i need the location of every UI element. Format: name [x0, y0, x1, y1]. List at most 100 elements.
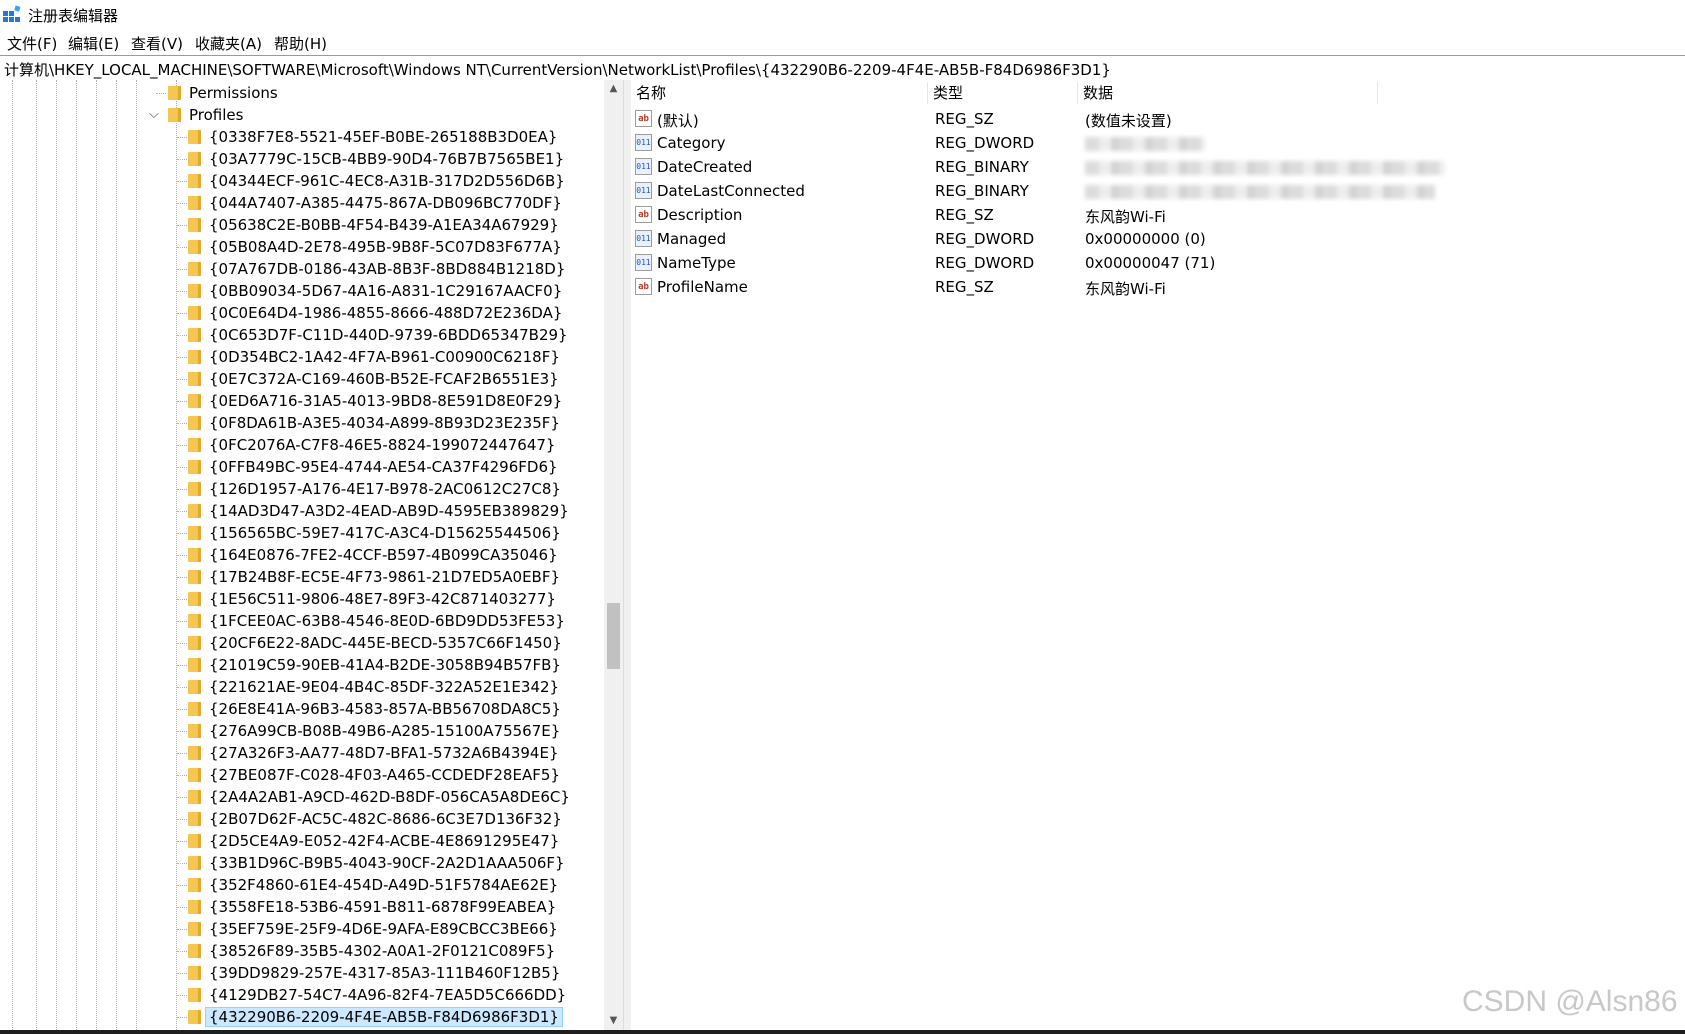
tree-item-profile-key[interactable]: {0D354BC2-1A42-4F7A-B961-C00900C6218F} [0, 346, 600, 368]
tree-item-profile-key[interactable]: {0FC2076A-C7F8-46E5-8824-199072447647} [0, 434, 600, 456]
folder-icon [188, 900, 201, 914]
tree-item-profile-key[interactable]: {0BB09034-5D67-4A16-A831-1C29167AACF0} [0, 280, 600, 302]
tree-item-profile-key[interactable]: {3558FE18-53B6-4591-B811-6878F99EABEA} [0, 896, 600, 918]
tree-branch-line [177, 401, 187, 402]
tree-item-profile-key[interactable]: {044A7407-A385-4475-867A-DB096BC770DF} [0, 192, 600, 214]
tree-item-profile-key[interactable]: {2A4A2AB1-A9CD-462D-B8DF-056CA5A8DE6C} [0, 786, 600, 808]
tree-item-profile-key[interactable]: {0F8DA61B-A3E5-4034-A899-8B93D23E235F} [0, 412, 600, 434]
folder-icon [188, 504, 201, 518]
value-row[interactable]: 011 Managed REG_DWORD 0x00000000 (0) [631, 227, 1685, 251]
folder-icon [188, 130, 201, 144]
tree-item-profile-key[interactable]: {276A99CB-B08B-49B6-A285-15100A75567E} [0, 720, 600, 742]
tree-item-profile-key[interactable]: {33B1D96C-B9B5-4043-90CF-2A2D1AAA506F} [0, 852, 600, 874]
string-value-icon: ab [635, 278, 652, 295]
value-row[interactable]: 011 Category REG_DWORD [631, 131, 1685, 155]
menu-help[interactable]: 帮助(H) [274, 33, 327, 54]
tree-item-profile-key[interactable]: {39DD9829-257E-4317-85A3-111B460F12B5} [0, 962, 600, 984]
tree-item-profile-key[interactable]: {432290B6-2209-4F4E-AB5B-F84D6986F3D1} [0, 1006, 600, 1028]
watermark: CSDN @Alsn86 [1462, 985, 1678, 1018]
folder-icon [188, 548, 201, 562]
folder-icon [188, 218, 201, 232]
tree-item-permissions[interactable]: Permissions [0, 82, 600, 104]
chevron-down-icon[interactable]: ⌵ [149, 107, 159, 122]
tree-item-profile-key[interactable]: {352F4860-61E4-454D-A49D-51F5784AE62E} [0, 874, 600, 896]
menu-view[interactable]: 查看(V) [131, 33, 183, 54]
tree-item-profile-key[interactable]: {156565BC-59E7-417C-A3C4-D15625544506} [0, 522, 600, 544]
values-list[interactable]: 名称 类型 数据 ab (默认) REG_SZ (数值未设置) 011 Category R… [631, 80, 1685, 1030]
tree-item-profile-key[interactable]: {17B24B8F-EC5E-4F73-9861-21D7ED5A0EBF} [0, 566, 600, 588]
folder-icon [188, 592, 201, 606]
tree-item-profile-key[interactable]: {05B08A4D-2E78-495B-9B8F-5C07D83F677A} [0, 236, 600, 258]
tree-item-profile-key[interactable]: {221621AE-9E04-4B4C-85DF-322A52E1E342} [0, 676, 600, 698]
column-header-data[interactable]: 数据 [1078, 82, 1378, 104]
tree-item-profile-key[interactable]: {03A7779C-15CB-4BB9-90D4-76B7B7565BE1} [0, 148, 600, 170]
folder-icon [188, 416, 201, 430]
tree-item-profile-key[interactable]: {20CF6E22-8ADC-445E-BECD-5357C66F1450} [0, 632, 600, 654]
address-path[interactable]: 计算机\HKEY_LOCAL_MACHINE\SOFTWARE\Microsof… [4, 59, 1111, 80]
tree-item-profile-key[interactable]: {126D1957-A176-4E17-B978-2AC0612C27C8} [0, 478, 600, 500]
menu-file[interactable]: 文件(F) [7, 33, 57, 54]
tree-item-profile-key[interactable]: {0FFB49BC-95E4-4744-AE54-CA37F4296FD6} [0, 456, 600, 478]
folder-icon [188, 460, 201, 474]
redacted-data [1085, 137, 1205, 151]
value-row[interactable]: ab Description REG_SZ 东风韵Wi-Fi [631, 203, 1685, 227]
tree-item-profile-key[interactable]: {27BE087F-C028-4F03-A465-CCDEDF28EAF5} [0, 764, 600, 786]
tree-item-profile-key[interactable]: {26E8E41A-96B3-4583-857A-BB56708DA8C5} [0, 698, 600, 720]
tree-item-profile-key[interactable]: {38526F89-35B5-4302-A0A1-2F0121C089F5} [0, 940, 600, 962]
value-row[interactable]: ab (默认) REG_SZ (数值未设置) [631, 107, 1685, 131]
column-header-type[interactable]: 类型 [928, 82, 1078, 104]
tree-item-profile-key[interactable]: {21019C59-90EB-41A4-B2DE-3058B94B57FB} [0, 654, 600, 676]
string-value-icon: ab [635, 206, 652, 223]
folder-icon [168, 108, 181, 122]
tree-item-label: {156565BC-59E7-417C-A3C4-D15625544506} [209, 524, 561, 542]
tree-item-profiles[interactable]: ⌵ Profiles [0, 104, 600, 126]
value-type: REG_DWORD [935, 254, 1035, 272]
tree-item-label: {21019C59-90EB-41A4-B2DE-3058B94B57FB} [209, 656, 561, 674]
tree-item-profile-key[interactable]: {0ED6A716-31A5-4013-9BD8-8E591D8E0F29} [0, 390, 600, 412]
tree-item-profile-key[interactable]: {05638C2E-B0BB-4F54-B439-A1EA34A67929} [0, 214, 600, 236]
tree-item-profile-key[interactable]: {35EF759E-25F9-4D6E-9AFA-E89CBCC3BE66} [0, 918, 600, 940]
tree-item-profile-key[interactable]: {1FCEE0AC-63B8-4546-8E0D-6BD9DD53FE53} [0, 610, 600, 632]
tree-item-profile-key[interactable]: {1E56C511-9806-48E7-89F3-42C871403277} [0, 588, 600, 610]
menu-edit[interactable]: 编辑(E) [68, 33, 119, 54]
folder-icon [188, 350, 201, 364]
column-header-name[interactable]: 名称 [631, 82, 928, 104]
value-row[interactable]: ab ProfileName REG_SZ 东风韵Wi-Fi [631, 275, 1685, 299]
menu-favorites[interactable]: 收藏夹(A) [195, 33, 262, 54]
value-name: DateCreated [657, 158, 753, 176]
tree-item-profile-key[interactable]: {2B07D62F-AC5C-482C-8686-6C3E7D136F32} [0, 808, 600, 830]
scroll-up-arrow-icon[interactable]: ▲ [604, 80, 623, 98]
tree-item-profile-key[interactable]: {4129DB27-54C7-4A96-82F4-7EA5D5C666DD} [0, 984, 600, 1006]
tree-branch-line [177, 379, 187, 380]
tree-item-profile-key[interactable]: {27A326F3-AA77-48D7-BFA1-5732A6B4394E} [0, 742, 600, 764]
tree-item-profile-key[interactable]: {04344ECF-961C-4EC8-A31B-317D2D556D6B} [0, 170, 600, 192]
tree-scrollbar[interactable]: ▲ ▼ [604, 80, 623, 1030]
folder-icon [188, 636, 201, 650]
address-bar[interactable]: 计算机\HKEY_LOCAL_MACHINE\SOFTWARE\Microsof… [0, 55, 1685, 81]
tree-branch-line [177, 445, 187, 446]
tree-item-profile-key[interactable]: {2D5CE4A9-E052-42F4-ACBE-4E8691295E47} [0, 830, 600, 852]
tree-item-profile-key[interactable]: {07A767DB-0186-43AB-8B3F-8BD884B1218D} [0, 258, 600, 280]
folder-icon [188, 1010, 201, 1024]
tree-branch-line [177, 1017, 187, 1018]
tree-branch-line [177, 643, 187, 644]
scroll-thumb[interactable] [607, 603, 620, 669]
folder-icon [188, 152, 201, 166]
tree-item-profile-key[interactable]: {0C0E64D4-1986-4855-8666-488D72E236DA} [0, 302, 600, 324]
folder-icon [188, 746, 201, 760]
scroll-down-arrow-icon[interactable]: ▼ [604, 1012, 623, 1030]
tree-item-profile-key[interactable]: {0C653D7F-C11D-440D-9739-6BDD65347B29} [0, 324, 600, 346]
binary-value-icon: 011 [635, 254, 652, 271]
value-row[interactable]: 011 DateLastConnected REG_BINARY [631, 179, 1685, 203]
tree-branch-line [177, 225, 187, 226]
tree-item-profile-key[interactable]: {14AD3D47-A3D2-4EAD-AB9D-4595EB389829} [0, 500, 600, 522]
folder-icon [188, 878, 201, 892]
tree-item-label: {2B07D62F-AC5C-482C-8686-6C3E7D136F32} [209, 810, 562, 828]
key-tree[interactable]: Permissions ⌵ Profiles {0338F7E8-5521-45… [0, 80, 604, 1030]
tree-item-label: {20CF6E22-8ADC-445E-BECD-5357C66F1450} [209, 634, 562, 652]
value-row[interactable]: 011 DateCreated REG_BINARY [631, 155, 1685, 179]
tree-item-profile-key[interactable]: {0338F7E8-5521-45EF-B0BE-265188B3D0EA} [0, 126, 600, 148]
tree-item-profile-key[interactable]: {164E0876-7FE2-4CCF-B597-4B099CA35046} [0, 544, 600, 566]
tree-item-profile-key[interactable]: {0E7C372A-C169-460B-B52E-FCAF2B6551E3} [0, 368, 600, 390]
value-row[interactable]: 011 NameType REG_DWORD 0x00000047 (71) [631, 251, 1685, 275]
